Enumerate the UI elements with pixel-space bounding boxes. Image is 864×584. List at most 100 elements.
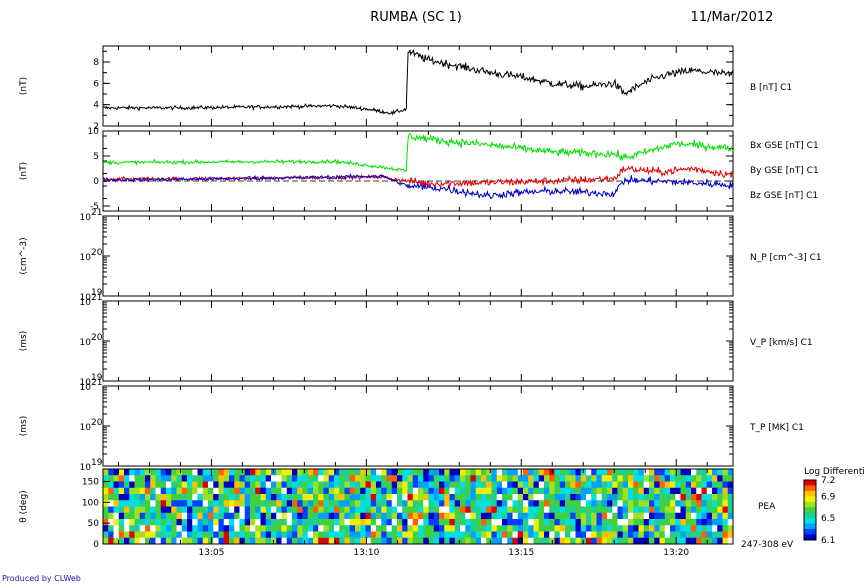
y-tick-exponent: 20 bbox=[91, 418, 103, 428]
heatmap-cell bbox=[386, 537, 393, 545]
heatmap-cell bbox=[517, 512, 524, 520]
heatmap-cell bbox=[496, 500, 503, 507]
heatmap-cell bbox=[659, 506, 666, 514]
heatmap-cell bbox=[328, 469, 335, 476]
heatmap-cell bbox=[465, 506, 471, 514]
heatmap-cell bbox=[397, 512, 403, 520]
heatmap-cell bbox=[292, 487, 298, 495]
heatmap-cell bbox=[559, 519, 566, 526]
heatmap-cell bbox=[160, 494, 167, 501]
heatmap-cell bbox=[360, 475, 366, 482]
heatmap-cell bbox=[712, 506, 718, 514]
heatmap-cell bbox=[533, 494, 540, 501]
heatmap-cell bbox=[512, 500, 519, 507]
heatmap-cell bbox=[612, 475, 618, 482]
heatmap-cell bbox=[381, 475, 387, 482]
heatmap-cell bbox=[145, 506, 151, 514]
heatmap-cell bbox=[691, 475, 697, 482]
heatmap-cell bbox=[439, 469, 445, 476]
heatmap-cell bbox=[171, 519, 177, 526]
heatmap-cell bbox=[444, 512, 450, 520]
heatmap-cell bbox=[103, 481, 109, 489]
heatmap-cell bbox=[633, 475, 639, 482]
heatmap-cell bbox=[643, 506, 650, 514]
heatmap-cell bbox=[507, 487, 513, 495]
heatmap-cell bbox=[664, 469, 671, 476]
heatmap-cell bbox=[276, 469, 282, 476]
heatmap-cell bbox=[176, 494, 183, 501]
heatmap-cell bbox=[376, 506, 382, 514]
heatmap-cell bbox=[276, 500, 282, 507]
heatmap-cell bbox=[129, 494, 135, 501]
heatmap-cell bbox=[402, 519, 408, 526]
heatmap-cell bbox=[286, 525, 293, 532]
heatmap-cell bbox=[523, 481, 529, 489]
heatmap-cell bbox=[376, 512, 382, 520]
heatmap-cell bbox=[575, 481, 582, 489]
heatmap-cell bbox=[197, 481, 204, 489]
heatmap-cell bbox=[370, 475, 377, 482]
heatmap-cell bbox=[528, 525, 534, 532]
heatmap-cell bbox=[323, 494, 330, 501]
heatmap-cell bbox=[680, 500, 687, 507]
heatmap-cell bbox=[638, 519, 645, 526]
y-tick-exponent: 20 bbox=[91, 248, 103, 258]
heatmap-cell bbox=[297, 537, 303, 545]
heatmap-cell bbox=[202, 519, 209, 526]
heatmap-cell bbox=[386, 531, 393, 539]
heatmap-cell bbox=[717, 506, 723, 514]
heatmap-cell bbox=[166, 475, 172, 482]
heatmap-cell bbox=[397, 506, 403, 514]
heatmap-cell bbox=[318, 469, 324, 476]
heatmap-cell bbox=[339, 531, 345, 539]
heatmap-cell bbox=[654, 487, 660, 495]
heatmap-cell bbox=[449, 475, 456, 482]
heatmap-cell bbox=[496, 519, 503, 526]
heatmap-cell bbox=[155, 512, 162, 520]
heatmap-cell bbox=[517, 537, 524, 545]
heatmap-cell bbox=[491, 469, 498, 476]
heatmap-cell bbox=[528, 506, 534, 514]
heatmap-cell bbox=[334, 487, 340, 495]
heatmap-cell bbox=[418, 475, 424, 482]
heatmap-cell bbox=[328, 531, 335, 539]
heatmap-cell bbox=[260, 506, 267, 514]
heatmap-cell bbox=[150, 506, 156, 514]
heatmap-cell bbox=[423, 506, 429, 514]
heatmap-cell bbox=[722, 487, 729, 495]
heatmap-cell bbox=[433, 475, 440, 482]
heatmap-cell bbox=[229, 506, 235, 514]
heatmap-cell bbox=[213, 519, 219, 526]
heatmap-cell bbox=[223, 525, 230, 532]
heatmap-cell bbox=[381, 531, 387, 539]
heatmap-cell bbox=[444, 537, 450, 545]
heatmap-cell bbox=[507, 475, 513, 482]
heatmap-cell bbox=[192, 506, 198, 514]
heatmap-cell bbox=[250, 487, 256, 495]
heatmap-cell bbox=[155, 487, 162, 495]
heatmap-cell bbox=[255, 500, 261, 507]
heatmap-cell bbox=[470, 506, 477, 514]
heatmap-cell bbox=[449, 494, 456, 501]
heatmap-cell bbox=[118, 481, 125, 489]
heatmap-cell bbox=[145, 494, 151, 501]
heatmap-cell bbox=[544, 506, 550, 514]
y-tick-label: 100 bbox=[82, 498, 99, 508]
heatmap-cell bbox=[523, 475, 529, 482]
heatmap-cell bbox=[292, 506, 298, 514]
heatmap-cell bbox=[533, 537, 540, 545]
heatmap-cell bbox=[208, 469, 214, 476]
heatmap-cell bbox=[181, 500, 188, 507]
heatmap-cell bbox=[271, 487, 277, 495]
heatmap-cell bbox=[297, 487, 303, 495]
heatmap-cell bbox=[407, 481, 414, 489]
heatmap-cell bbox=[517, 519, 524, 526]
heatmap-cell bbox=[134, 481, 141, 489]
heatmap-cell bbox=[176, 519, 183, 526]
heatmap-cell bbox=[160, 469, 167, 476]
heatmap-cell bbox=[507, 519, 513, 526]
heatmap-cell bbox=[696, 512, 702, 520]
heatmap-cell bbox=[265, 494, 272, 501]
heatmap-cell bbox=[633, 494, 639, 501]
heatmap-cell bbox=[680, 481, 687, 489]
